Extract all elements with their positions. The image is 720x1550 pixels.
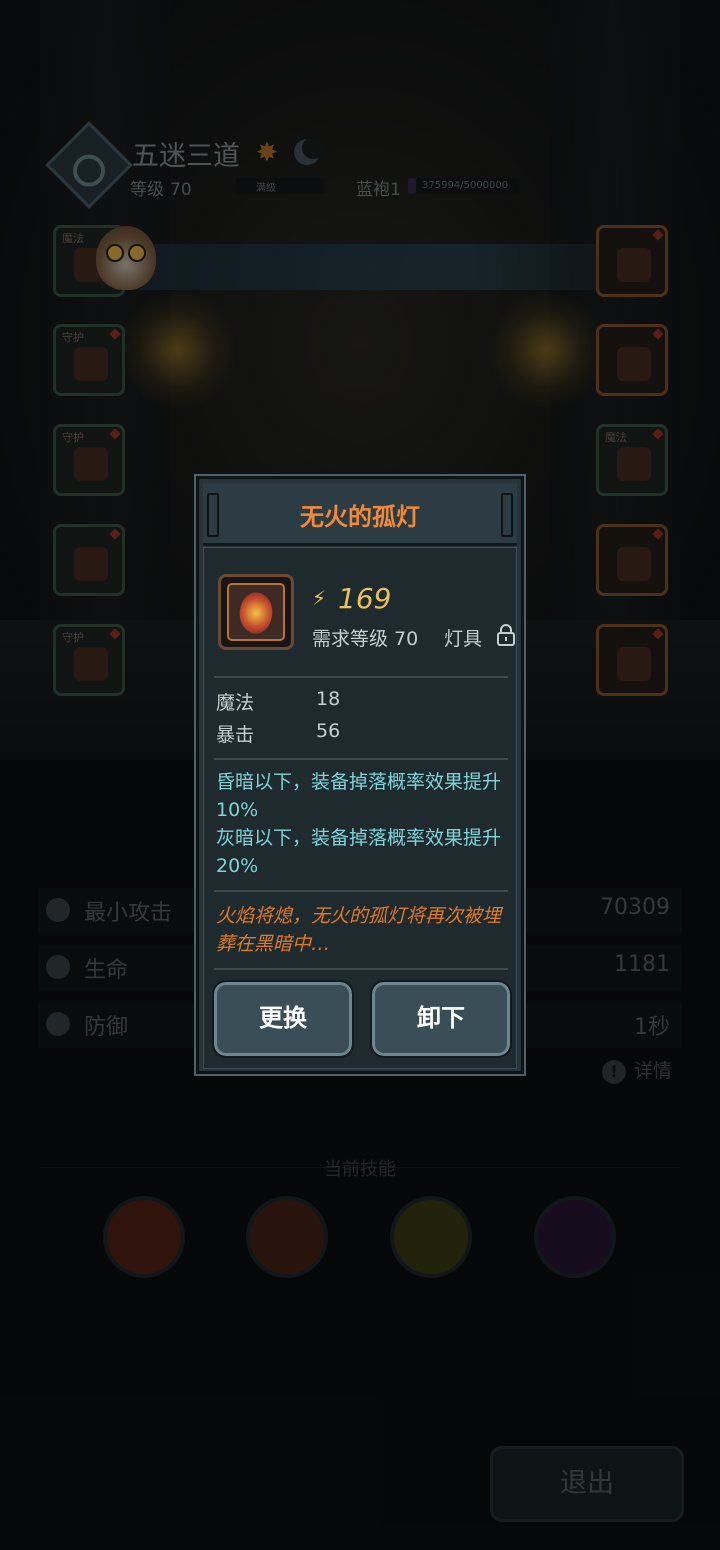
attr-value: 56 (316, 720, 341, 742)
modal-header: 无火的孤灯 (203, 483, 517, 546)
modal-body: ⚡ 169 需求等级 70 灯具 魔法 18 暴击 56 昏暗以下，装备掉落概率… (203, 547, 517, 1069)
divider (214, 968, 508, 970)
lock-icon[interactable] (496, 624, 516, 646)
divider (214, 890, 508, 892)
item-power: 169 (338, 582, 392, 615)
item-frame (218, 574, 294, 650)
item-detail-modal: 无火的孤灯 ⚡ 169 需求等级 70 灯具 魔法 18 暴击 56 昏暗以下，… (194, 474, 526, 1076)
item-effect: 灰暗以下，装备掉落概率效果提升20% (216, 827, 502, 877)
attr-label: 暴击 (216, 724, 255, 746)
replace-button[interactable]: 更换 (212, 980, 354, 1058)
unequip-button[interactable]: 卸下 (370, 980, 512, 1058)
attr-label: 魔法 (216, 692, 255, 714)
power-icon: ⚡ (312, 586, 327, 610)
item-type: 灯具 (444, 628, 483, 650)
attr-value: 18 (316, 688, 341, 710)
item-name: 无火的孤灯 (300, 503, 420, 531)
divider (214, 676, 508, 678)
item-effect: 昏暗以下，装备掉落概率效果提升10% (216, 771, 502, 821)
lamp-icon (232, 587, 280, 639)
item-requirement: 需求等级 70 (312, 628, 419, 650)
divider (214, 758, 508, 760)
item-lore: 火焰将熄，无火的孤灯将再次被埋葬在黑暗中… (216, 905, 502, 955)
